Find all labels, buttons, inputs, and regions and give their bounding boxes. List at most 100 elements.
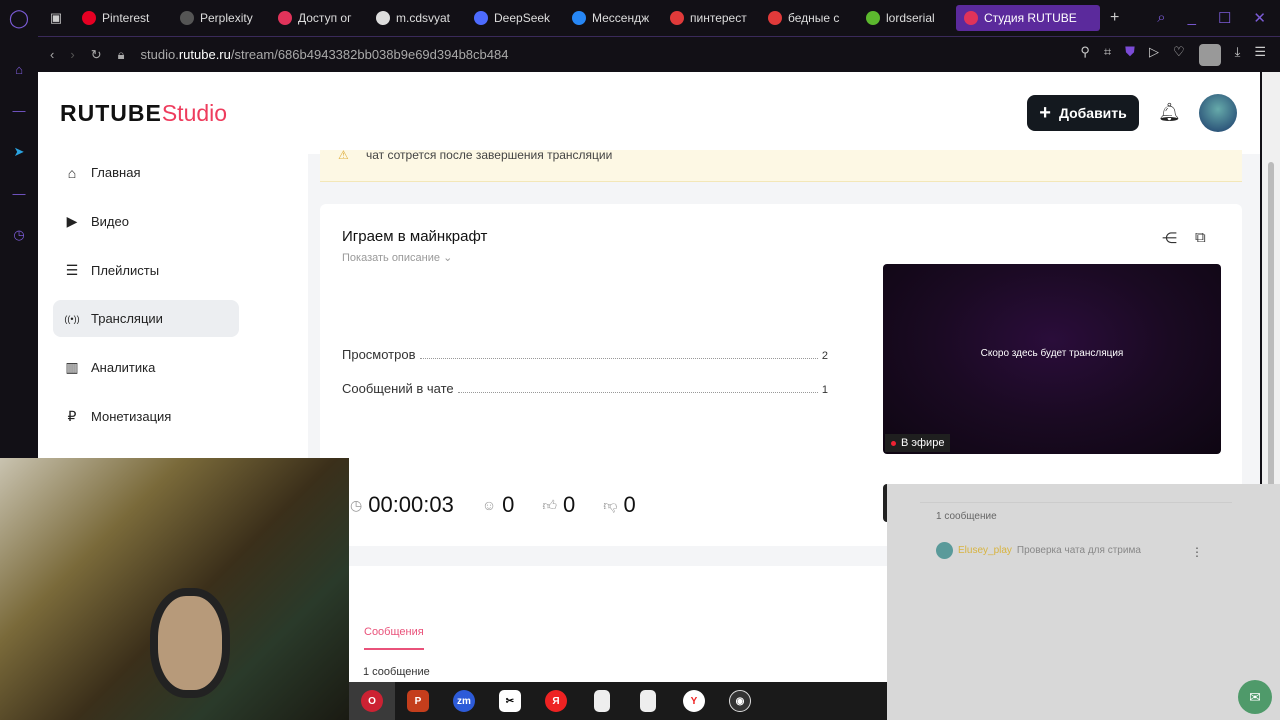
stat-label: Сообщений в чате (342, 381, 454, 396)
taskbar-opera[interactable]: O (349, 682, 395, 720)
sidebar-item[interactable]: ((•)) Трансляции (53, 300, 239, 337)
user-avatar[interactable] (1199, 94, 1237, 132)
heart-icon[interactable]: ♡ (1173, 44, 1185, 66)
share-icon[interactable]: ⋲ (1162, 229, 1177, 247)
tab-favicon-icon (82, 11, 96, 25)
vpn-shield-icon[interactable]: ⛊ (1125, 44, 1135, 66)
player-icon[interactable]: ▷ (1149, 44, 1159, 66)
playlist-icon: ☰ (65, 262, 79, 278)
tab-label: Доступ ог (298, 11, 352, 25)
broadcast-icon: ((•)) (64, 313, 80, 324)
reload-button[interactable]: ↻ (91, 47, 102, 63)
menu-icon[interactable]: ☰ (1254, 44, 1266, 66)
close-button[interactable]: ✕ (1253, 9, 1266, 27)
show-description-toggle[interactable]: Показать описание ⌄ (342, 251, 452, 264)
search-icon[interactable]: ⌕ (1157, 9, 1165, 27)
more-options-icon[interactable]: ⋮ (1191, 545, 1203, 559)
sidebar-item[interactable]: ☰ Плейлисты (53, 252, 239, 289)
workspace-icon[interactable]: ▣ (38, 10, 74, 26)
live-badge: В эфире (885, 434, 951, 452)
browser-tab[interactable]: Perplexity (172, 5, 270, 31)
telegram-icon[interactable]: ➤ (0, 144, 38, 160)
snapshot-icon[interactable]: ⌗ (1104, 44, 1111, 66)
sidebar-item-label: Плейлисты (91, 263, 160, 278)
dislike-icon: 👎︎ (603, 496, 618, 513)
messages-section (349, 566, 887, 682)
taskbar-file[interactable] (625, 682, 671, 720)
support-chat-button[interactable]: ✉ (1238, 680, 1272, 714)
maximize-button[interactable]: ☐ (1218, 9, 1231, 27)
rutube-studio-logo[interactable]: RUTUBEStudio (60, 100, 227, 127)
minimize-button[interactable]: _ (1188, 9, 1196, 27)
browser-tab[interactable]: DeepSeek (466, 5, 564, 31)
chevron-down-icon: ⌄ (443, 252, 453, 264)
show-description-label: Показать описание (342, 252, 440, 264)
browser-tab[interactable]: Мессендж (564, 5, 662, 31)
tab-label: DeepSeek (494, 11, 551, 25)
profile-avatar[interactable] (1198, 43, 1221, 66)
opera-logo-icon[interactable]: ◯ (0, 8, 38, 29)
viewers-count: 0 (502, 492, 515, 517)
taskbar-powerpoint[interactable]: P (395, 682, 441, 720)
tab-messages[interactable]: Сообщения (364, 626, 424, 650)
chat-count: 1 сообщение (936, 511, 997, 522)
add-label: Добавить (1058, 105, 1127, 121)
tab-favicon-icon (866, 11, 880, 25)
sidebar-item[interactable]: ▥ Аналитика (53, 349, 239, 386)
taskbar-file[interactable] (579, 682, 625, 720)
warning-icon: ⚠ (338, 148, 349, 162)
history-icon[interactable]: ◷ (0, 227, 38, 243)
sidebar-item[interactable]: ▶ Видео (53, 203, 239, 240)
sidebar-icon[interactable]: — (0, 103, 38, 118)
sidebar-icon[interactable]: — (0, 186, 38, 201)
tab-label: Студия RUTUBE (984, 11, 1077, 25)
tab-favicon-icon (670, 11, 684, 25)
external-link-icon[interactable]: ⧉ (1195, 229, 1206, 247)
webcam-overlay (0, 458, 349, 720)
url-path: /stream/686b4943382bb038b9e69d394b8cb484 (230, 47, 509, 62)
tab-label: Pinterest (102, 11, 150, 25)
url-field[interactable]: studio.rutube.ru/stream/686b4943382bb038… (141, 47, 509, 62)
tab-label: m.cdsvyat (396, 11, 451, 25)
browser-tab-bar: ◯ ▣ Pinterest Perplexity Доступ ог m.cdsvya… (0, 0, 1280, 36)
sidebar-icon[interactable]: ⌂ (0, 62, 38, 77)
tab-label: lordserial (886, 11, 935, 25)
stat-value: 1 (821, 384, 828, 396)
taskbar-capcut[interactable]: ✂ (487, 682, 533, 720)
forward-button[interactable]: › (70, 47, 74, 62)
sidebar-item-label: Видео (91, 214, 129, 229)
tab-label: бедные с (788, 11, 840, 25)
sidebar-item[interactable]: ₽ Монетизация (53, 398, 239, 435)
browser-tab[interactable]: бедные с (760, 5, 858, 31)
taskbar-zoom[interactable]: zm (441, 682, 487, 720)
back-button[interactable]: ‹ (50, 47, 54, 62)
taskbar-yandex-browser[interactable]: Y (671, 682, 717, 720)
chat-warning-banner: ⚠ чат сотрется после завершения трансляци… (320, 148, 1242, 182)
analytics-icon: ▥ (65, 359, 79, 375)
messages-count: 1 сообщение (363, 666, 430, 678)
sidebar-item[interactable]: ⌂ Главная (53, 154, 239, 191)
chat-text: Проверка чата для стрима (1016, 545, 1141, 556)
stat-label: Просмотров (342, 347, 416, 362)
dislikes-count: 0 (623, 492, 636, 517)
tab-label: пинтерест (690, 11, 747, 25)
chat-username[interactable]: Elusey_play (958, 545, 1012, 556)
stream-preview[interactable]: Скоро здесь будет трансляция В эфире (883, 264, 1221, 454)
browser-tab[interactable]: lordserial (858, 5, 956, 31)
download-icon[interactable]: ⤓ (1235, 44, 1241, 66)
new-tab-button[interactable]: + (1110, 9, 1119, 27)
notifications-bell-icon[interactable]: 🔔︎ (1158, 102, 1181, 123)
pin-icon[interactable]: ⚲ (1080, 44, 1090, 66)
taskbar-obs[interactable]: ◉ (717, 682, 763, 720)
browser-tab[interactable]: Pinterest (74, 5, 172, 31)
browser-tab[interactable]: пинтерест (662, 5, 760, 31)
taskbar-yandex[interactable]: Я (533, 682, 579, 720)
browser-tab[interactable]: m.cdsvyat (368, 5, 466, 31)
tab-favicon-icon (278, 11, 292, 25)
tab-favicon-icon (180, 11, 194, 25)
browser-tab[interactable]: Студия RUTUBE (956, 5, 1100, 31)
sidebar-item-label: Аналитика (91, 360, 156, 375)
plus-icon: + (1039, 101, 1051, 124)
add-button[interactable]: + Добавить (1027, 95, 1139, 131)
browser-tab[interactable]: Доступ ог (270, 5, 368, 31)
